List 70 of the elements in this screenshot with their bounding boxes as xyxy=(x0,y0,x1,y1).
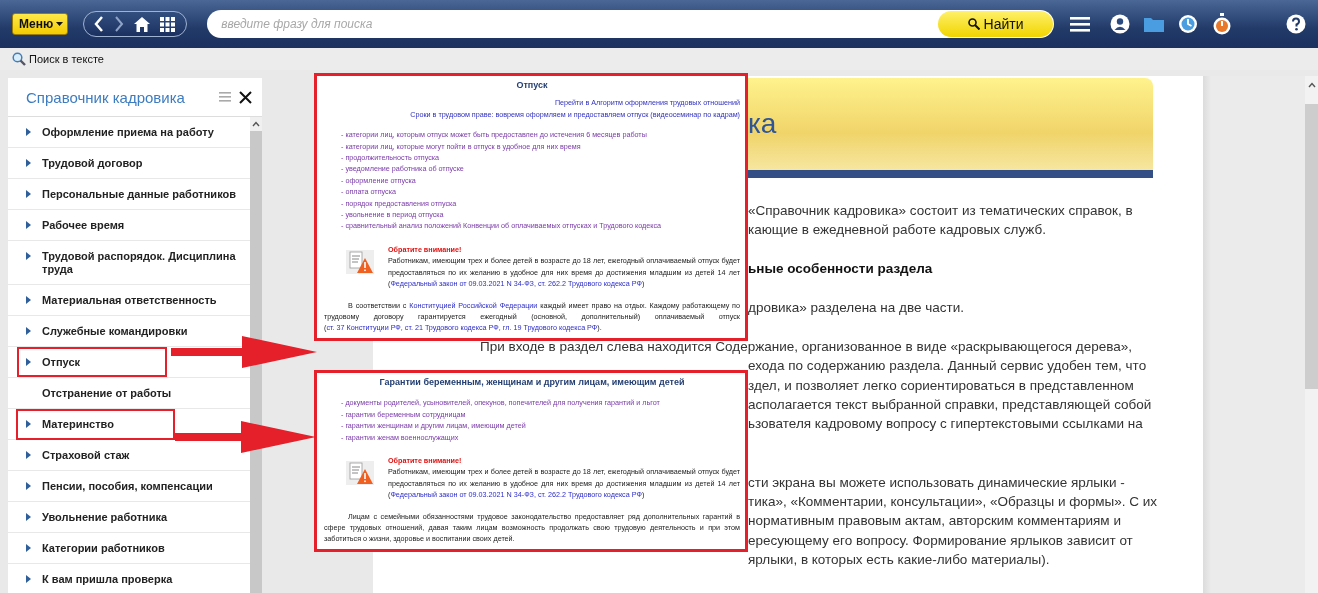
text-line: здел, и позволяет легко сориентироваться в представленном xyxy=(748,376,1134,395)
menu-icon[interactable] xyxy=(1070,16,1090,32)
search-button[interactable]: Найти xyxy=(938,11,1053,37)
text-line: асполагается текст выбранной справки, представляющей собой xyxy=(748,396,1152,414)
expand-icon[interactable] xyxy=(26,128,31,136)
section-heading: ьные особенности раздела xyxy=(748,260,933,279)
folder-icon[interactable] xyxy=(1144,16,1164,32)
sidebar-item[interactable]: Отпуск xyxy=(42,356,81,369)
sidebar-item[interactable]: Материнство xyxy=(42,418,114,431)
back-icon[interactable] xyxy=(94,16,105,32)
expand-icon[interactable] xyxy=(26,159,31,167)
text-line: сти экрана вы можете использовать динамические ярлыки - xyxy=(748,473,1125,492)
warning-document-icon xyxy=(346,461,374,486)
magnifier-icon[interactable] xyxy=(12,52,26,66)
sidebar-item[interactable]: Увольнение работника xyxy=(42,511,168,524)
sidebar-item[interactable]: Рабочее время xyxy=(42,219,125,232)
stopwatch-icon[interactable] xyxy=(1212,13,1232,35)
scroll-up-icon[interactable] xyxy=(1307,82,1316,88)
inset-title: Отпуск xyxy=(515,80,549,92)
text-line: ьзователя кадровому вопросу с гипертекстовыми ссылками на xyxy=(748,415,1143,434)
expand-icon[interactable] xyxy=(26,575,31,583)
text-line: тика», «Комментарии, консультации», «Образцы и формы». С их xyxy=(748,493,1158,512)
sidebar-item[interactable]: Оформление приема на работу xyxy=(42,126,214,139)
expand-icon[interactable] xyxy=(26,451,31,459)
expand-icon[interactable] xyxy=(26,221,31,229)
expand-icon[interactable] xyxy=(26,513,31,521)
text-line: При входе в раздел слева находится Содержание, организованное в виде «раскрывающегося дерева», xyxy=(480,337,1133,356)
expand-icon[interactable] xyxy=(26,358,31,366)
sidebar-item[interactable]: Трудовой распорядок. Дисциплина труда xyxy=(42,250,238,276)
scroll-up-icon[interactable] xyxy=(252,121,260,127)
expand-icon[interactable] xyxy=(26,252,31,260)
sidebar-item[interactable]: Трудовой договор xyxy=(42,157,143,170)
expand-icon[interactable] xyxy=(26,482,31,490)
search-icon[interactable] xyxy=(967,18,980,30)
user-icon[interactable] xyxy=(1110,14,1130,34)
expand-icon[interactable] xyxy=(26,327,31,335)
sidebar-item[interactable]: Пенсии, пособия, компенсации xyxy=(42,480,213,493)
caret-icon[interactable] xyxy=(56,22,64,26)
document-title: ка xyxy=(748,108,777,140)
grid-icon[interactable] xyxy=(160,16,177,32)
sidebar-item[interactable]: Отстранение от работы xyxy=(42,387,172,400)
expand-icon[interactable] xyxy=(26,544,31,552)
home-icon[interactable] xyxy=(134,16,151,32)
sidebar-item[interactable]: Персональные данные работников xyxy=(42,188,236,201)
find-in-text-button[interactable]: Поиск в тексте xyxy=(12,52,104,66)
sidebar-item[interactable]: Страховой стаж xyxy=(42,449,130,462)
close-icon[interactable] xyxy=(239,90,252,104)
expand-icon[interactable] xyxy=(26,420,31,428)
text-line: «Справочник кадровика» состоит из тематических справок, в xyxy=(748,202,1133,220)
search-field[interactable]: введите фразу для поиска Найти xyxy=(207,10,1054,38)
scrollbar[interactable] xyxy=(1305,76,1318,593)
text-line: ехода по содержанию раздела. Данный сервис удобен тем, что xyxy=(748,357,1147,376)
expand-icon[interactable] xyxy=(26,296,31,304)
text-line: ересующему его вопросу. Формирование ярлыков зависит от xyxy=(748,531,1133,550)
menu-button[interactable]: Меню xyxy=(12,13,69,35)
sidebar-item[interactable]: Служебные командировки xyxy=(42,325,188,338)
help-icon[interactable] xyxy=(1286,14,1306,34)
sidebar-item[interactable]: Категории работников xyxy=(42,542,165,555)
expand-icon[interactable] xyxy=(26,190,31,198)
warning-document-icon xyxy=(346,249,374,274)
sidebar-item[interactable]: К вам пришла проверка xyxy=(42,573,173,586)
text-line: дровика» разделена на две части. xyxy=(748,299,964,317)
panel-title: Справочник кадровика xyxy=(26,88,186,106)
text-line: ярлыки, в которых есть какие-либо материалы). xyxy=(748,551,1050,570)
text-line: нормативным правовым актам, авторским комментариям и xyxy=(748,512,1121,531)
inset-title: Гарантии беременным, женщинам и другим лицам, имеющим детей xyxy=(378,377,686,389)
text-line: кающие в ежедневной работе кадровых служб. xyxy=(748,221,1046,240)
forward-icon[interactable] xyxy=(114,16,125,32)
clock-icon[interactable] xyxy=(1178,14,1198,34)
sidebar-item[interactable]: Материальная ответственность xyxy=(42,294,217,307)
